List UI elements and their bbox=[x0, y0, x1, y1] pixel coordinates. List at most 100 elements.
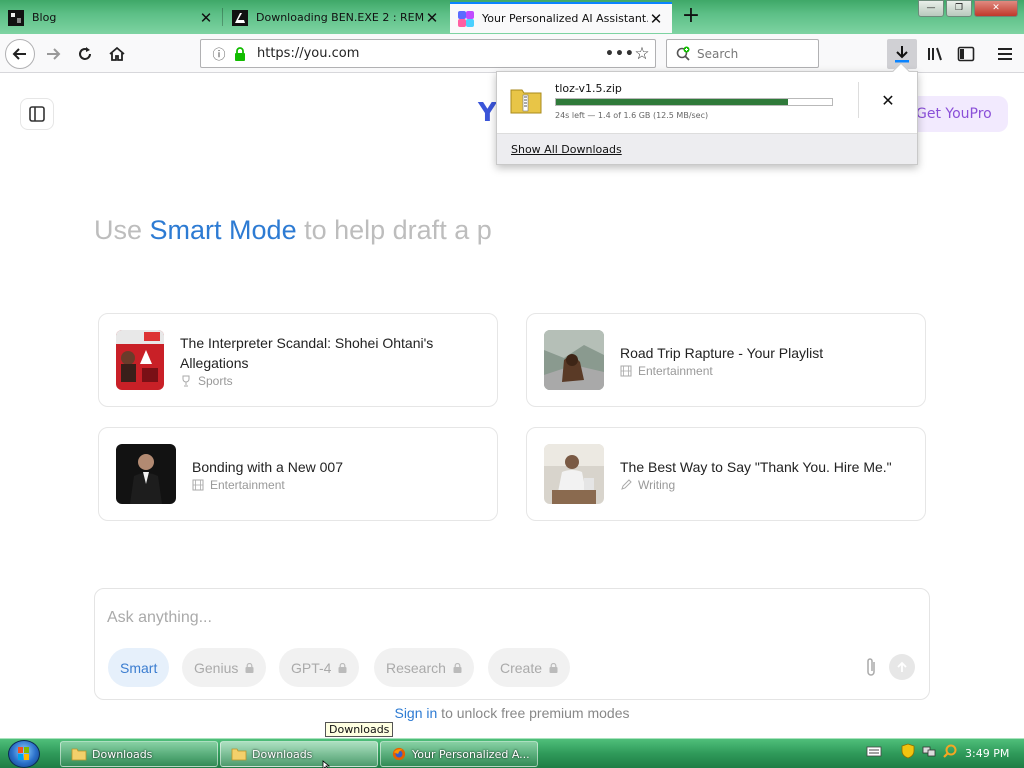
headline-highlight: Smart Mode bbox=[149, 215, 297, 245]
download-item[interactable]: tloz-v1.5.zip 24s left — 1.4 of 1.6 GB (… bbox=[497, 72, 917, 132]
tab-close-icon[interactable]: ✕ bbox=[648, 10, 664, 28]
card-category-label: Entertainment bbox=[638, 363, 713, 378]
mode-label: Research bbox=[386, 659, 446, 676]
back-button[interactable] bbox=[5, 39, 35, 69]
you-com-logo[interactable]: Y bbox=[478, 98, 497, 128]
card-category: Sports bbox=[180, 374, 480, 388]
lock-icon bbox=[338, 662, 347, 673]
window-close-button[interactable]: ✕ bbox=[974, 0, 1018, 17]
card-text: The Best Way to Say "Thank You. Hire Me.… bbox=[620, 457, 910, 492]
restore-button[interactable]: ❐ bbox=[946, 0, 972, 17]
system-tray bbox=[866, 743, 963, 759]
mouse-cursor-icon bbox=[322, 760, 331, 768]
tab-close-icon[interactable]: ✕ bbox=[424, 9, 440, 27]
taskbar-firefox[interactable]: Your Personalized A... bbox=[380, 741, 538, 767]
you-com-favicon-icon bbox=[458, 10, 474, 27]
secure-lock-icon[interactable] bbox=[231, 46, 249, 61]
search-box[interactable] bbox=[666, 39, 819, 68]
mode-gpt4-button[interactable]: GPT-4 bbox=[279, 648, 360, 687]
sidebar-panel-icon bbox=[29, 106, 45, 122]
suggestion-card[interactable]: Bonding with a New 007 Entertainment bbox=[98, 427, 498, 521]
zip-file-icon bbox=[510, 89, 542, 114]
mode-genius-button[interactable]: Genius bbox=[182, 648, 267, 687]
bookmark-star-icon[interactable]: ☆ bbox=[629, 44, 655, 64]
divider bbox=[858, 82, 859, 118]
tab-title: Downloading BEN.EXE 2 : REMA bbox=[256, 11, 424, 24]
tab-title: Blog bbox=[32, 11, 57, 24]
sidebars-button[interactable] bbox=[951, 39, 981, 69]
send-button[interactable] bbox=[889, 654, 915, 680]
arrow-up-icon bbox=[897, 661, 907, 672]
forward-arrow-icon bbox=[47, 48, 61, 60]
card-thumbnail bbox=[116, 330, 164, 390]
tab-blog[interactable]: Blog ✕ bbox=[0, 2, 222, 33]
downloads-panel: tloz-v1.5.zip 24s left — 1.4 of 1.6 GB (… bbox=[496, 62, 918, 165]
card-title: The Interpreter Scandal: Shohei Ohtani's… bbox=[180, 334, 434, 371]
taskbar-downloads-2[interactable]: Downloads bbox=[220, 741, 378, 767]
lock-icon bbox=[453, 662, 462, 673]
site-info-icon[interactable]: ⓘ bbox=[209, 44, 229, 63]
download-status: 24s left — 1.4 of 1.6 GB (12.5 MB/sec) bbox=[555, 111, 709, 120]
mode-label: Create bbox=[500, 659, 543, 676]
download-progress-bar bbox=[555, 98, 833, 106]
tab-you-com[interactable]: Your Personalized AI Assistant. ✕ bbox=[450, 2, 672, 33]
suggestion-card[interactable]: The Interpreter Scandal: Shohei Ohtani's… bbox=[98, 313, 498, 407]
taskbar-button-label: Downloads bbox=[92, 747, 153, 761]
card-text: Road Trip Rapture - Your Playlist Entert… bbox=[620, 343, 823, 378]
mode-research-button[interactable]: Research bbox=[374, 648, 474, 687]
card-thumbnail bbox=[544, 444, 604, 504]
mode-smart-button[interactable]: Smart bbox=[108, 648, 170, 687]
you-com-page: Y Get YouPro Use Smart Mode to help draf… bbox=[0, 74, 1024, 738]
download-progress-fill bbox=[556, 99, 788, 105]
headline-prefix: Use bbox=[94, 215, 150, 245]
start-button[interactable] bbox=[8, 740, 40, 768]
pencil-icon bbox=[621, 478, 632, 490]
taskbar-tooltip: Downloads bbox=[325, 722, 394, 737]
card-category-label: Entertainment bbox=[210, 477, 285, 492]
new-tab-button[interactable]: + bbox=[680, 4, 702, 30]
clock[interactable]: 3:49 PM bbox=[965, 747, 1009, 760]
network-icon[interactable] bbox=[921, 743, 937, 759]
url-text[interactable]: https://you.com bbox=[257, 46, 605, 61]
card-thumbnail bbox=[116, 444, 176, 504]
minimize-button[interactable]: — bbox=[918, 0, 944, 17]
url-bar[interactable]: ⓘ https://you.com ••• ☆ bbox=[200, 39, 656, 68]
page-actions-icon[interactable]: ••• bbox=[605, 46, 634, 62]
card-title: Bonding with a New 007 bbox=[192, 458, 343, 475]
blog-favicon-icon bbox=[8, 9, 24, 26]
shield-icon[interactable] bbox=[900, 743, 916, 759]
suggestion-card[interactable]: The Best Way to Say "Thank You. Hire Me.… bbox=[526, 427, 926, 521]
card-title: Road Trip Rapture - Your Playlist bbox=[620, 344, 824, 361]
card-category: Entertainment bbox=[620, 364, 823, 378]
card-category-label: Writing bbox=[638, 477, 676, 492]
suggestion-card[interactable]: Road Trip Rapture - Your Playlist Entert… bbox=[526, 313, 926, 407]
home-icon bbox=[109, 46, 125, 61]
paperclip-icon[interactable] bbox=[863, 656, 879, 678]
cancel-download-button[interactable]: ✕ bbox=[877, 90, 899, 112]
tab-close-icon[interactable]: ✕ bbox=[198, 9, 214, 27]
card-text: Bonding with a New 007 Entertainment bbox=[192, 457, 343, 492]
folder-icon bbox=[71, 748, 87, 761]
home-button[interactable] bbox=[102, 39, 132, 69]
film-icon bbox=[192, 479, 204, 490]
card-category: Writing bbox=[620, 478, 910, 492]
taskbar-button-label: Downloads bbox=[252, 747, 313, 761]
card-category: Entertainment bbox=[192, 478, 343, 492]
library-button[interactable] bbox=[920, 39, 950, 69]
ask-input[interactable] bbox=[107, 609, 807, 627]
taskbar: Downloads Downloads Your Personalized A.… bbox=[0, 738, 1024, 768]
keyboard-icon[interactable] bbox=[866, 743, 882, 759]
reload-button[interactable] bbox=[70, 39, 100, 69]
lock-icon bbox=[549, 662, 558, 673]
menu-button[interactable] bbox=[990, 39, 1020, 69]
forward-button[interactable] bbox=[38, 39, 68, 69]
taskbar-downloads-1[interactable]: Downloads bbox=[60, 741, 218, 767]
signin-link[interactable]: Sign in bbox=[394, 705, 437, 721]
mode-create-button[interactable]: Create bbox=[488, 648, 571, 687]
search-input[interactable] bbox=[697, 46, 807, 61]
tab-downloading[interactable]: Downloading BEN.EXE 2 : REMA ✕ bbox=[224, 2, 448, 33]
card-text: The Interpreter Scandal: Shohei Ohtani's… bbox=[180, 333, 480, 388]
show-all-downloads-button[interactable]: Show All Downloads bbox=[497, 133, 917, 164]
sidebar-toggle-button[interactable] bbox=[20, 98, 54, 130]
search-icon[interactable] bbox=[942, 743, 958, 759]
